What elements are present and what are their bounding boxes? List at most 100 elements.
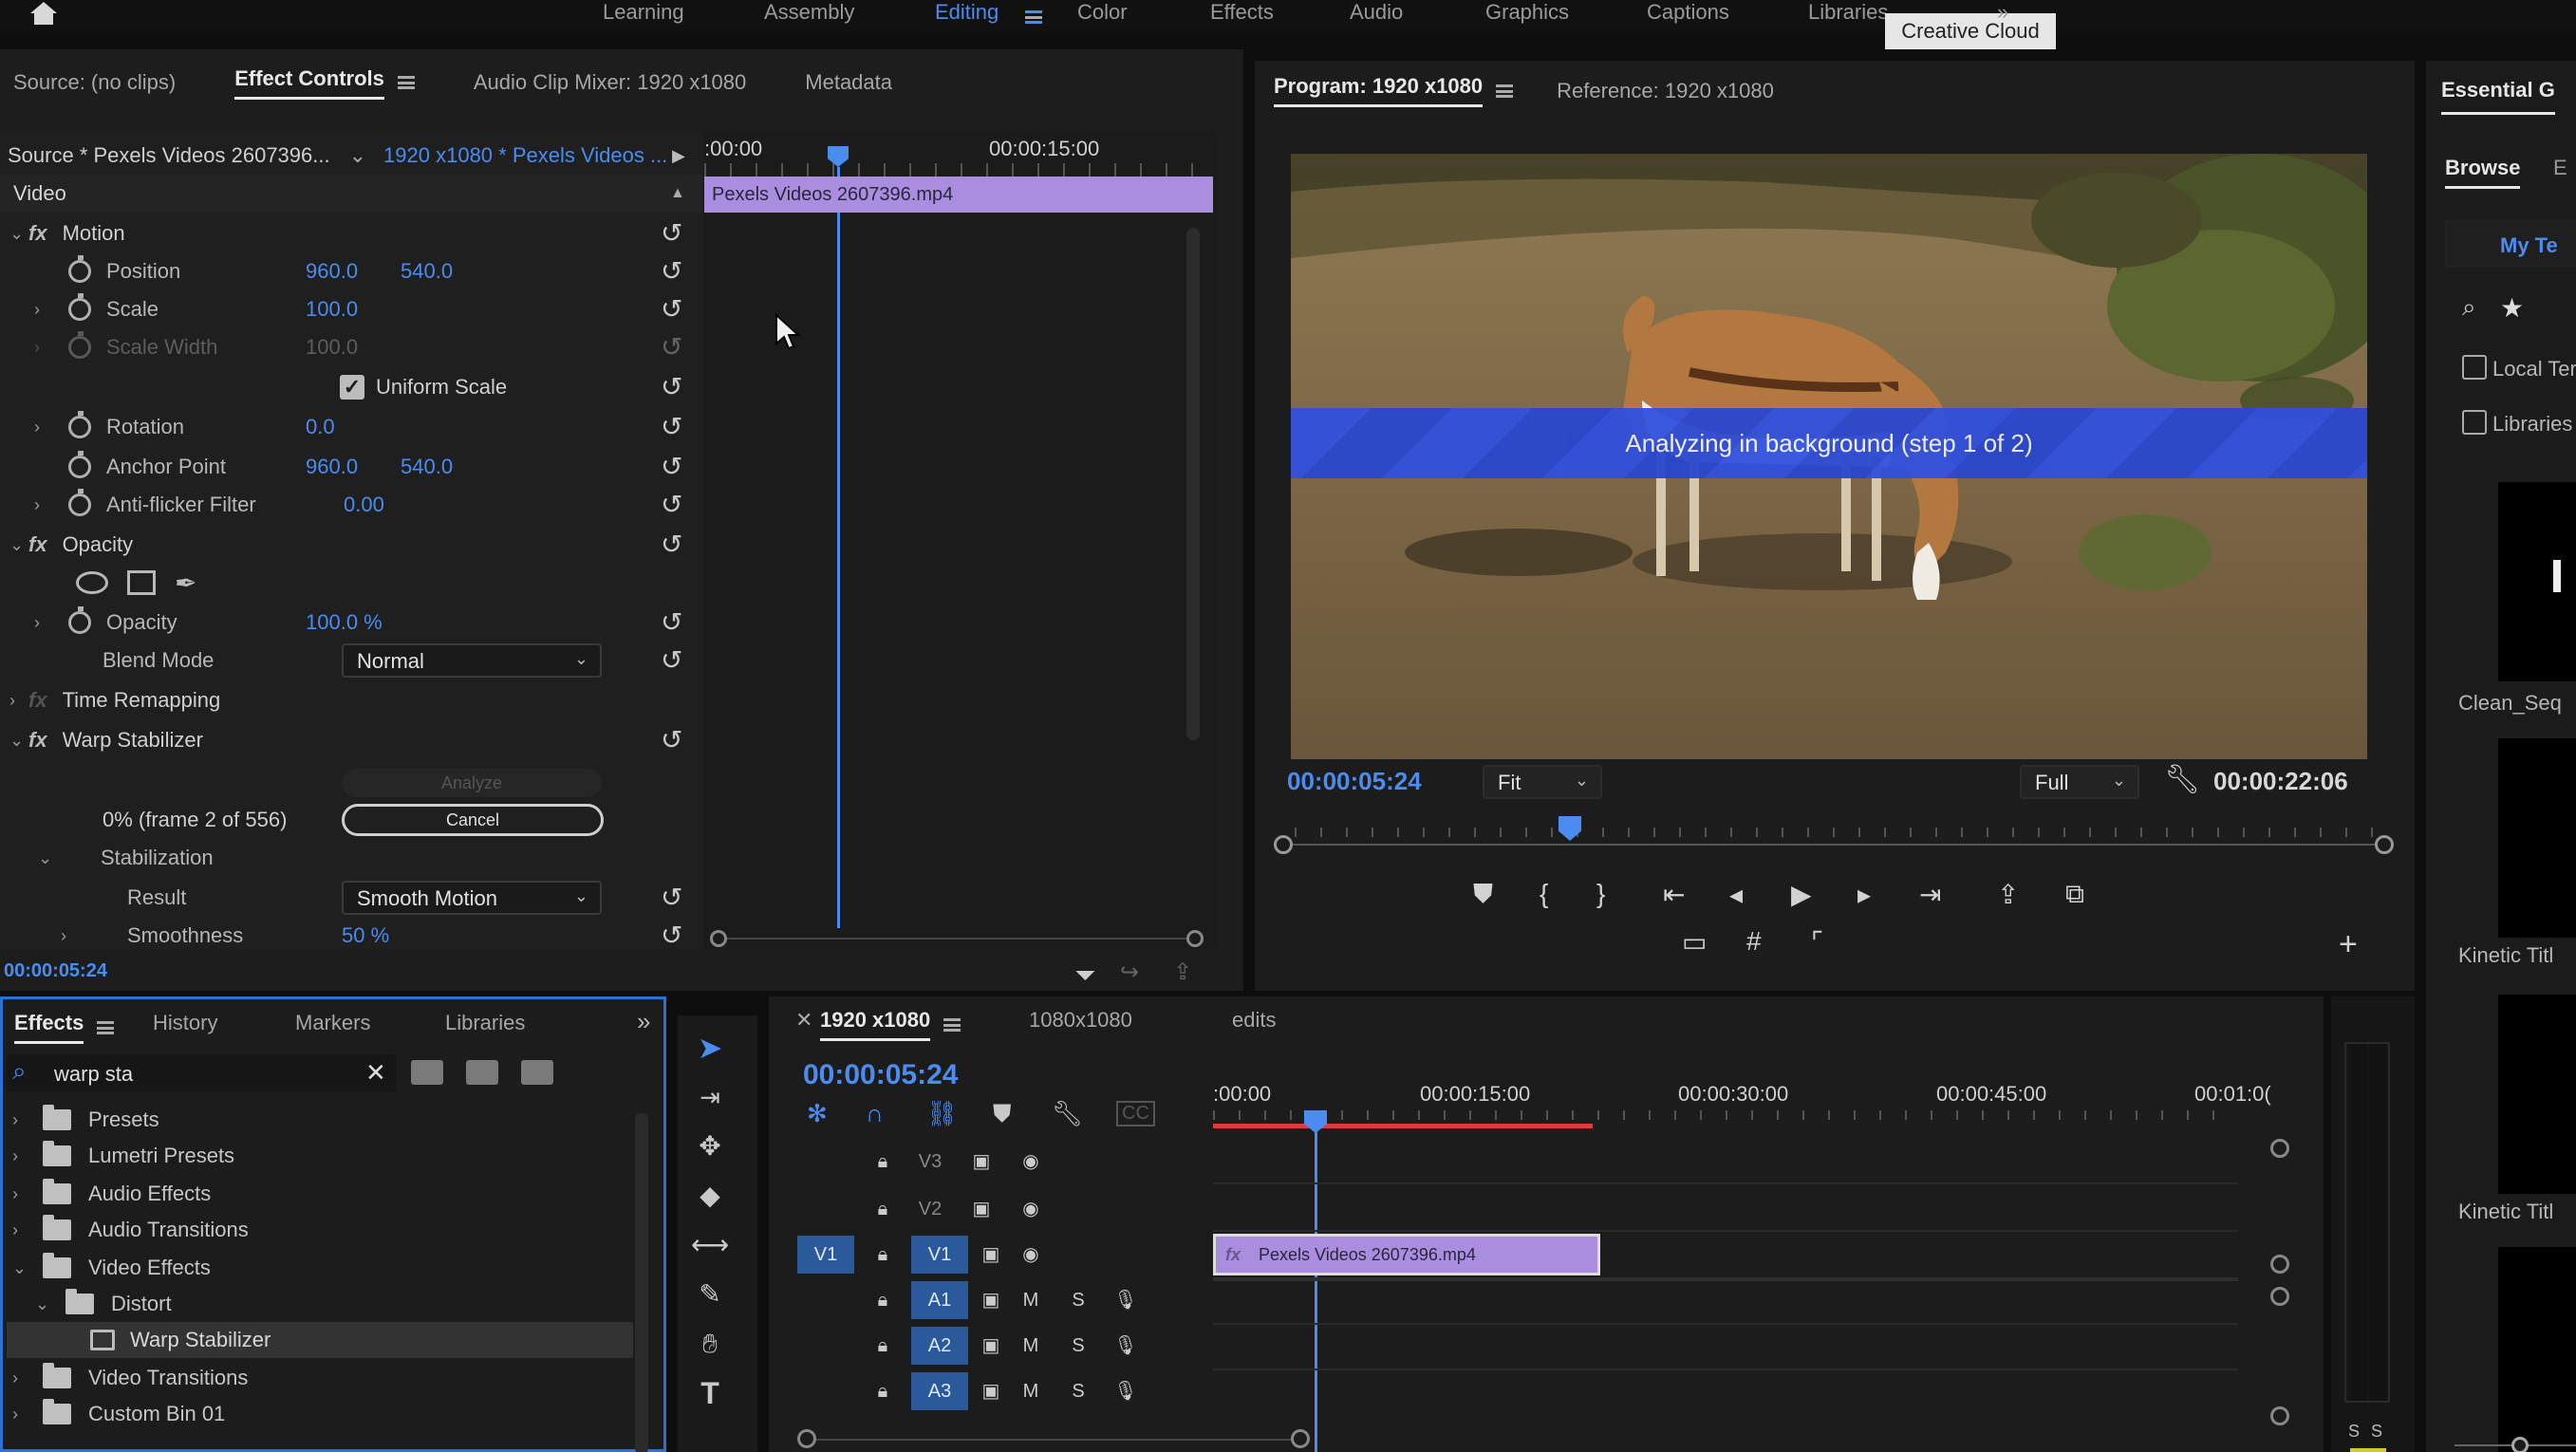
solo-right-button[interactable]: S xyxy=(2371,1422,2382,1442)
position-y-value[interactable]: 540.0 xyxy=(401,259,453,284)
microphone-icon[interactable]: 🎙︎ xyxy=(1107,1281,1145,1319)
chevron-right-icon[interactable]: › xyxy=(9,691,28,711)
tab-edit[interactable]: E xyxy=(2553,156,2567,180)
stopwatch-icon[interactable] xyxy=(68,451,91,478)
home-icon[interactable] xyxy=(27,0,61,27)
zoom-left-handle[interactable] xyxy=(797,1429,816,1448)
reset-icon[interactable]: ↺ xyxy=(661,220,687,247)
result-dropdown[interactable]: Smooth Motion ⌄ xyxy=(342,881,602,915)
stopwatch-icon[interactable] xyxy=(68,255,91,283)
chevron-right-icon[interactable]: › xyxy=(34,613,53,633)
track-area[interactable]: fx Pexels Videos 2607396.mp4 xyxy=(1213,1139,2238,1433)
time-remapping-row[interactable]: › fx Time Remapping xyxy=(0,681,702,719)
timeline-ruler[interactable]: :00:00 00:00:15:00 00:00:30:00 00:00:45:… xyxy=(1213,1076,2271,1133)
sync-lock-icon[interactable]: ▣ xyxy=(972,1281,1010,1319)
add-marker-icon[interactable]: ⛊ xyxy=(1473,879,1493,910)
smoothness-value[interactable]: 50 % xyxy=(342,923,389,948)
blend-mode-dropdown[interactable]: Normal ⌄ xyxy=(342,643,602,678)
sync-lock-icon[interactable]: ▣ xyxy=(972,1236,1010,1274)
reset-icon[interactable]: ↺ xyxy=(661,884,687,911)
reset-icon[interactable]: ↺ xyxy=(661,454,687,480)
lock-icon[interactable]: 🔒︎ xyxy=(864,1143,902,1181)
export-icon[interactable]: ⇪ xyxy=(1173,959,1192,986)
source-dropdown-chevron-icon[interactable]: ⌄ xyxy=(349,143,366,168)
microphone-icon[interactable]: 🎙︎ xyxy=(1107,1327,1145,1365)
mini-timeline-clip[interactable]: Pexels Videos 2607396.mp4 xyxy=(704,177,1213,213)
pen-mask-icon[interactable]: ✒ xyxy=(175,568,196,599)
rotation-value[interactable]: 0.0 xyxy=(306,415,335,439)
vertical-zoom-handle[interactable] xyxy=(2270,1406,2289,1425)
selection-tool-icon[interactable]: ➤ xyxy=(691,1029,729,1067)
tab-program[interactable]: Program: 1920 x1080 xyxy=(1274,74,1484,107)
quality-dropdown[interactable]: Full ⌄ xyxy=(2020,765,2139,799)
filter-icon[interactable]: ⏷ xyxy=(1074,960,1095,992)
solo-button[interactable]: S xyxy=(1059,1372,1097,1410)
go-to-out-icon[interactable]: ⇥ xyxy=(1919,879,1941,910)
libraries-checkbox[interactable] xyxy=(2462,410,2487,435)
tree-item-audio-effects[interactable]: › Audio Effects xyxy=(12,1176,211,1212)
lock-icon[interactable]: 🔒︎ xyxy=(864,1190,902,1228)
grid-icon[interactable]: # xyxy=(1746,926,1762,957)
tree-item-video-transitions[interactable]: › Video Transitions xyxy=(12,1360,248,1396)
captions-icon[interactable]: CC xyxy=(1116,1101,1155,1126)
chevron-right-icon[interactable]: › xyxy=(12,1110,31,1130)
razor-tool-icon[interactable]: ◆ xyxy=(691,1177,729,1215)
tab-history[interactable]: History xyxy=(153,1011,217,1035)
rectangle-mask-icon[interactable] xyxy=(127,570,156,595)
lift-icon[interactable]: ⇪ xyxy=(1997,879,2019,910)
tree-item-presets[interactable]: › Presets xyxy=(12,1102,159,1138)
anti-flicker-value[interactable]: 0.00 xyxy=(344,493,384,517)
type-tool-icon[interactable]: T xyxy=(691,1374,729,1412)
step-forward-icon[interactable]: ▸ xyxy=(1857,879,1871,910)
ripple-icon[interactable]: ↪ xyxy=(1120,959,1139,986)
reset-icon[interactable]: ↺ xyxy=(661,727,687,754)
mute-button[interactable]: M xyxy=(1012,1281,1050,1319)
tab-effect-controls[interactable]: Effect Controls xyxy=(234,66,384,100)
zoom-right-handle[interactable] xyxy=(1186,930,1204,947)
reset-icon[interactable]: ↺ xyxy=(661,922,687,949)
warp-stabilizer-row[interactable]: ⌄ fx Warp Stabilizer ↺ xyxy=(0,721,702,759)
effects-search-input[interactable]: ⌕ warp sta ✕ xyxy=(7,1054,396,1092)
template-thumbnail[interactable] xyxy=(2498,482,2576,681)
chevron-right-icon[interactable]: › xyxy=(61,926,80,946)
track-target-a1[interactable]: A1 xyxy=(911,1281,968,1319)
solo-button[interactable]: S xyxy=(1059,1327,1097,1365)
mute-button[interactable]: M xyxy=(1012,1327,1050,1365)
chevron-down-icon[interactable]: ⌄ xyxy=(9,224,28,244)
search-icon[interactable]: ⌕ xyxy=(2462,292,2476,323)
clear-search-icon[interactable]: ✕ xyxy=(365,1058,386,1088)
slider-handle[interactable] xyxy=(2511,1437,2529,1452)
chevron-right-icon[interactable]: › xyxy=(12,1146,31,1166)
mute-button[interactable]: M xyxy=(1012,1372,1050,1410)
panel-menu-icon[interactable] xyxy=(397,76,415,89)
snap-icon[interactable]: ∩ xyxy=(866,1099,884,1128)
track-target-v3[interactable]: V3 xyxy=(911,1143,949,1181)
track-select-tool-icon[interactable]: ⇥ xyxy=(691,1078,729,1116)
chevron-down-icon[interactable]: ⌄ xyxy=(12,1258,31,1278)
workspace-audio[interactable]: Audio xyxy=(1350,0,1403,25)
stopwatch-icon[interactable] xyxy=(68,411,91,438)
scrollbar-handle[interactable] xyxy=(2553,560,2561,592)
stabilization-row[interactable]: ⌄ Stabilization xyxy=(0,839,702,877)
chevron-right-icon[interactable]: › xyxy=(12,1184,31,1204)
add-button-icon[interactable]: + xyxy=(2339,926,2358,963)
stopwatch-icon[interactable] xyxy=(68,606,91,634)
timeline-timecode[interactable]: 00:00:05:24 xyxy=(803,1059,958,1091)
panel-menu-icon[interactable] xyxy=(97,1020,115,1034)
collapse-up-icon[interactable]: ▲ xyxy=(670,185,685,202)
close-tab-icon[interactable]: ✕ xyxy=(795,1008,812,1033)
panel-menu-icon[interactable] xyxy=(943,1017,961,1032)
microphone-icon[interactable]: 🎙︎ xyxy=(1107,1372,1145,1410)
mark-in-icon[interactable]: { xyxy=(1540,879,1548,909)
uniform-scale-checkbox[interactable]: ✓ xyxy=(340,375,364,400)
sync-lock-icon[interactable]: ▣ xyxy=(972,1327,1010,1365)
position-x-value[interactable]: 960.0 xyxy=(306,259,401,284)
zoom-left-handle[interactable] xyxy=(710,930,727,947)
workspace-assembly[interactable]: Assembly xyxy=(764,0,854,25)
tab-browse[interactable]: Browse xyxy=(2445,156,2521,189)
stopwatch-icon[interactable] xyxy=(68,293,91,321)
scale-value[interactable]: 100.0 xyxy=(306,297,358,322)
overflow-chevrons-icon[interactable]: » xyxy=(637,1007,650,1036)
reset-icon[interactable]: ↺ xyxy=(661,414,687,440)
tab-reference[interactable]: Reference: 1920 x1080 xyxy=(1557,79,1774,103)
